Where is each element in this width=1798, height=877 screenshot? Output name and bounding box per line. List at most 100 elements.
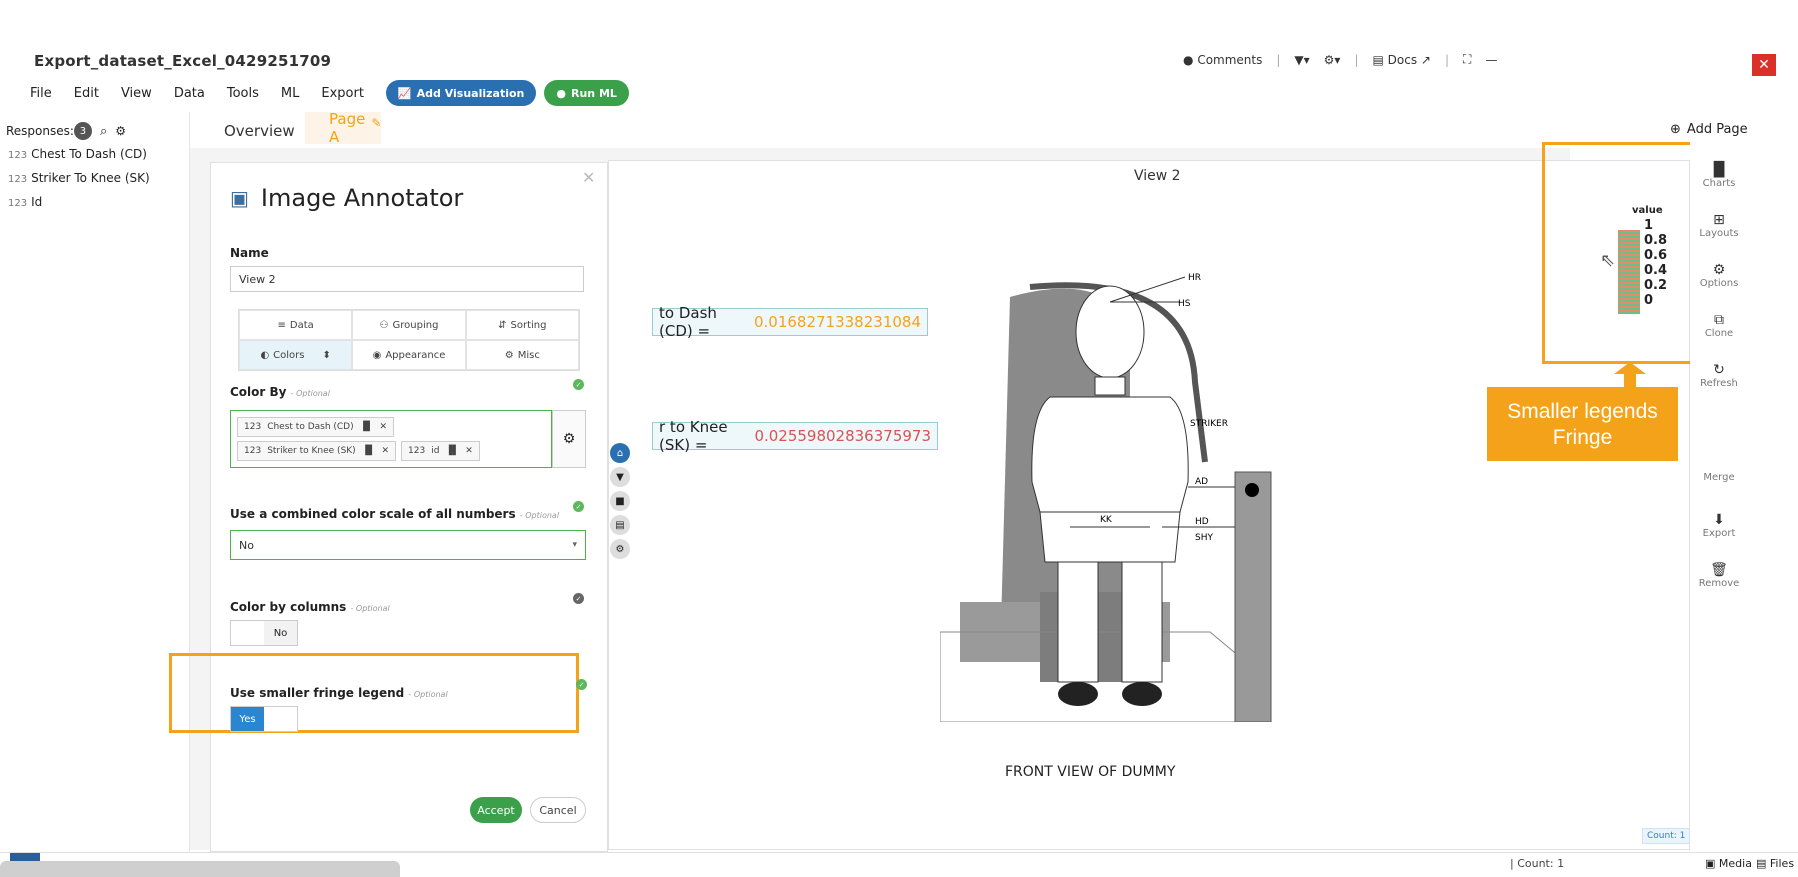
tab-misc[interactable]: ⚙ Misc: [465, 340, 579, 370]
cancel-button[interactable]: Cancel: [530, 797, 586, 823]
color-by-columns-label: Color by columns - Optional: [230, 600, 390, 614]
name-label: Name: [230, 246, 269, 260]
chevron-down-icon: ▾: [572, 540, 577, 550]
stop-icon[interactable]: ■: [610, 491, 630, 511]
chip-chest-to-dash: 123 Chest to Dash (CD) ▐▌ ✕: [237, 417, 395, 437]
run-ml-button[interactable]: ● Run ML: [544, 80, 629, 106]
clone-icon: ⧉: [1714, 312, 1724, 328]
legend-color-bar: [1618, 230, 1640, 314]
callout-box: Smaller legends Fringe: [1487, 387, 1678, 461]
left-foot: [1058, 682, 1098, 706]
remove-chip-icon[interactable]: ✕: [382, 446, 390, 456]
filter-icon[interactable]: ▼: [610, 467, 630, 487]
tab-data[interactable]: ≡ Data: [239, 310, 353, 340]
label-hs: HS: [1178, 299, 1191, 309]
tab-grouping[interactable]: ⚇ Grouping: [352, 310, 466, 340]
responses-badge: 3: [73, 122, 92, 140]
dummy-figure: HR HS STRIKER AD KK HD SHY: [940, 273, 1272, 722]
eye-icon: ◉: [372, 349, 382, 361]
refresh-button[interactable]: ↻ Refresh: [1690, 362, 1748, 389]
add-page-button[interactable]: ⊕ Add Page: [1670, 122, 1748, 137]
top-right-toolbar: ● Comments | ▼▾ ⚙▾ | ▤ Docs ↗ | ⛶ —: [1183, 52, 1498, 67]
file-icon[interactable]: ▤: [610, 515, 630, 535]
chip-striker-to-knee: 123 Striker to Knee (SK) ▐▌ ✕: [237, 441, 397, 461]
color-by-columns-toggle[interactable]: No: [230, 620, 298, 646]
dummy-torso: [1031, 396, 1189, 513]
add-visualization-button[interactable]: 📈 Add Visualization: [385, 80, 537, 106]
bar-chart-icon[interactable]: ▐▌: [445, 446, 459, 456]
tab-sorting[interactable]: ⇵ Sorting: [465, 310, 579, 340]
value-label-cd[interactable]: to Dash (CD) = 0.0168271338231084: [652, 304, 928, 340]
check-icon: ✓: [576, 679, 587, 690]
sort-arrows-icon: ⬍: [322, 349, 331, 361]
right-leg: [1121, 561, 1163, 683]
cog-icon: ⚙: [504, 349, 514, 361]
remove-chip-icon[interactable]: ✕: [379, 422, 387, 432]
edit-icon[interactable]: ✎: [371, 116, 381, 130]
legend-tick: 0.2: [1644, 278, 1668, 293]
menu-tools[interactable]: Tools: [227, 86, 259, 101]
field-item[interactable]: 123 Chest To Dash (CD): [8, 147, 147, 161]
menu-data[interactable]: Data: [174, 86, 205, 101]
value-label-sk[interactable]: r to Knee (SK) = 0.02559802836375973: [652, 418, 938, 454]
settings-tabs: ≡ Data ⚇ Grouping ⇵ Sorting ◐ Colors ⬍ ◉ Appea…: [238, 309, 580, 371]
docs-link[interactable]: ▤ Docs ↗: [1373, 53, 1431, 67]
fringe-legend-toggle[interactable]: Yes: [230, 706, 298, 732]
menu-edit[interactable]: Edit: [74, 86, 99, 101]
legend-tick: 0.6: [1644, 248, 1668, 263]
export-button[interactable]: ⬇ Export: [1690, 512, 1748, 539]
check-icon: ✓: [573, 379, 584, 390]
status-bar: | Count: 1 ▣ Media ▤ Files: [0, 852, 1798, 877]
charts-button[interactable]: ▐▌ Charts: [1690, 162, 1748, 189]
color-by-settings-button[interactable]: ⚙: [552, 410, 586, 468]
tab-page-a[interactable]: Page A ✎: [305, 110, 381, 146]
options-button[interactable]: ⚙ Options: [1690, 262, 1748, 289]
gear-icon[interactable]: ⚙: [115, 124, 126, 138]
filter-dropdown[interactable]: ▼▾: [1294, 53, 1309, 67]
fullscreen-icon[interactable]: ⛶: [1463, 52, 1471, 67]
refresh-icon: ↻: [1713, 362, 1725, 378]
tab-overview[interactable]: Overview: [224, 122, 295, 140]
comments-link[interactable]: ● Comments: [1183, 53, 1262, 67]
field-item[interactable]: 123 Id: [8, 195, 42, 209]
minimize-icon[interactable]: —: [1485, 53, 1497, 67]
layouts-button[interactable]: ⊞ Layouts: [1690, 212, 1748, 239]
combined-scale-label: Use a combined color scale of all number…: [230, 507, 560, 521]
bar-chart-icon[interactable]: ▐▌: [360, 422, 374, 432]
name-input[interactable]: View 2: [230, 266, 584, 292]
legend-tick: 1: [1644, 218, 1654, 233]
close-icon[interactable]: ✕: [582, 168, 595, 187]
remove-button[interactable]: 🗑 Remove: [1690, 562, 1748, 589]
tab-appearance[interactable]: ◉ Appearance: [352, 340, 466, 370]
settings-dropdown[interactable]: ⚙▾: [1324, 53, 1341, 67]
combined-scale-select[interactable]: No ▾: [230, 530, 586, 560]
grid-icon: ⊞: [1713, 212, 1725, 228]
gear-icon[interactable]: ⚙: [610, 539, 630, 559]
merge-button[interactable]: Merge: [1690, 472, 1748, 483]
accept-button[interactable]: Accept: [470, 797, 522, 823]
menu-bar: File Edit View Data Tools ML Export 📈 Ad…: [30, 78, 629, 108]
close-button[interactable]: ✕: [1752, 54, 1776, 76]
fringe-legend-label: Use smaller fringe legend - Optional: [230, 686, 448, 700]
legend-tick: 0.8: [1644, 233, 1668, 248]
color-by-select[interactable]: 123 Chest to Dash (CD) ▐▌ ✕ 123 Striker to K…: [230, 410, 552, 468]
search-icon[interactable]: ⌕: [100, 124, 107, 139]
files-link[interactable]: ▤ Files: [1756, 857, 1794, 870]
menu-ml[interactable]: ML: [281, 86, 299, 101]
panel-title: ▣ Image Annotator: [230, 184, 464, 212]
home-icon[interactable]: ⌂: [610, 443, 630, 463]
footer-count: | Count: 1: [1510, 857, 1565, 870]
tab-colors[interactable]: ◐ Colors ⬍: [239, 340, 353, 370]
cog-icon: ⚙: [1712, 262, 1726, 278]
plus-circle-icon: ⊕: [1670, 122, 1681, 137]
bar-chart-icon[interactable]: ▐▌: [362, 446, 376, 456]
legend-ticks: 1 0.8 0.6 0.4 0.2 0: [1644, 218, 1667, 308]
menu-view[interactable]: View: [121, 86, 152, 101]
app-title: Export_dataset_Excel_0429251709: [34, 52, 332, 70]
clone-button[interactable]: ⧉ Clone: [1690, 312, 1748, 339]
remove-chip-icon[interactable]: ✕: [465, 446, 473, 456]
menu-export[interactable]: Export: [321, 86, 364, 101]
media-link[interactable]: ▣ Media: [1705, 857, 1752, 870]
menu-file[interactable]: File: [30, 86, 52, 101]
field-item[interactable]: 123 Striker To Knee (SK): [8, 171, 150, 185]
